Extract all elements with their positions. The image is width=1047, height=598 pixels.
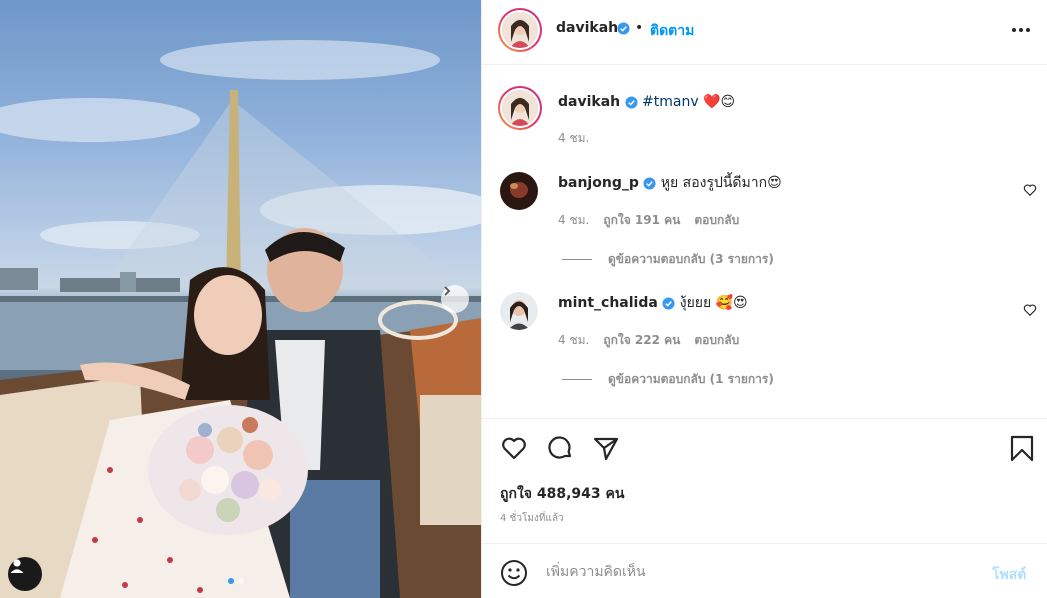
post-comment-button[interactable]: โพสต์ [992, 564, 1026, 586]
comments-section: davikah #tmanv ❤️😊 4 ชม. banjong_p หูย ส… [482, 66, 1047, 418]
carousel-dot-active [228, 578, 234, 584]
carousel-dot [238, 578, 244, 584]
chevron-right-icon [444, 286, 451, 296]
comment-age: 4 ชม. [558, 213, 590, 227]
verified-badge-icon [625, 95, 638, 109]
view-replies-label: ดูข้อความตอบกลับ (3 รายการ) [608, 252, 774, 266]
view-replies-label: ดูข้อความตอบกลับ (1 รายการ) [608, 372, 774, 386]
comment-avatar-photo [500, 292, 538, 330]
comment-avatar-photo [500, 172, 538, 210]
comment-avatar[interactable] [500, 172, 538, 210]
post-timestamp[interactable]: 4 ชั่วโมงที่แล้ว [500, 511, 564, 526]
verified-badge-icon [643, 176, 656, 190]
view-replies-button[interactable]: ดูข้อความตอบกลับ (3 รายการ) [562, 250, 774, 269]
post-viewer: davikah • ติดตาม davikah #tmanv ❤️😊 4 ชม… [0, 0, 1047, 598]
author-avatar[interactable] [498, 8, 542, 52]
verified-badge-icon [662, 296, 675, 310]
share-icon[interactable] [592, 434, 620, 462]
caption-author-avatar[interactable] [498, 86, 542, 130]
post-header: davikah • ติดตาม [482, 0, 1047, 65]
add-comment-bar: โพสต์ [482, 543, 1047, 598]
comment-icon[interactable] [546, 434, 574, 462]
comment-input[interactable] [546, 558, 966, 586]
carousel-indicator [228, 578, 244, 584]
comment-likes-count[interactable]: ถูกใจ 222 คน [603, 333, 680, 347]
replies-divider [562, 259, 592, 260]
post-details-panel: davikah • ติดตาม davikah #tmanv ❤️😊 4 ชม… [481, 0, 1047, 598]
comment-like-heart-icon[interactable] [1023, 303, 1037, 317]
comment-avatar[interactable] [500, 292, 538, 330]
comment: mint_chalida งุ้ยยย 🥰😍 [558, 294, 748, 312]
comment-meta: 4 ชม. ถูกใจ 191 คน ตอบกลับ [558, 211, 739, 230]
caption-hashtag[interactable]: #tmanv [642, 94, 699, 110]
post-photo[interactable] [0, 0, 481, 598]
user-tag-icon [10, 559, 24, 573]
comment-age: 4 ชม. [558, 333, 590, 347]
caption-avatar-photo [502, 90, 538, 126]
author-avatar-photo [502, 12, 538, 48]
photo-illustration [0, 40, 481, 598]
follow-button[interactable]: ติดตาม [650, 20, 694, 42]
comment-meta: 4 ชม. ถูกใจ 222 คน ตอบกลับ [558, 331, 739, 350]
comment-username[interactable]: banjong_p [558, 175, 639, 191]
more-icon [1012, 28, 1016, 32]
next-photo-button[interactable] [441, 285, 469, 313]
replies-divider [562, 379, 592, 380]
tagged-users-button[interactable] [8, 557, 42, 591]
verified-badge-icon [617, 22, 630, 35]
header-separator: • [635, 20, 644, 36]
comment-username[interactable]: mint_chalida [558, 295, 658, 311]
post-actions: ถูกใจ 488,943 คน 4 ชั่วโมงที่แล้ว [482, 418, 1047, 543]
view-replies-button[interactable]: ดูข้อความตอบกลับ (1 รายการ) [562, 370, 774, 389]
comment-text: หูย สองรูปนี้ดีมาก😍 [660, 175, 782, 191]
more-options-button[interactable] [1010, 21, 1032, 39]
comment-text: งุ้ยยย 🥰😍 [679, 295, 748, 311]
caption-age: 4 ชม. [558, 131, 590, 145]
caption-username[interactable]: davikah [558, 94, 620, 110]
reply-button[interactable]: ตอบกลับ [694, 333, 739, 347]
caption: davikah #tmanv ❤️😊 [558, 93, 735, 111]
author-username[interactable]: davikah [556, 20, 618, 36]
emoji-icon[interactable] [500, 559, 528, 587]
comment-like-heart-icon[interactable] [1023, 183, 1037, 197]
caption-emoji: ❤️😊 [703, 94, 736, 110]
likes-count[interactable]: ถูกใจ 488,943 คน [500, 483, 624, 505]
heart-icon[interactable] [500, 434, 528, 462]
reply-button[interactable]: ตอบกลับ [694, 213, 739, 227]
bookmark-icon[interactable] [1008, 434, 1036, 462]
comment-likes-count[interactable]: ถูกใจ 191 คน [603, 213, 680, 227]
comment: banjong_p หูย สองรูปนี้ดีมาก😍 [558, 174, 782, 192]
